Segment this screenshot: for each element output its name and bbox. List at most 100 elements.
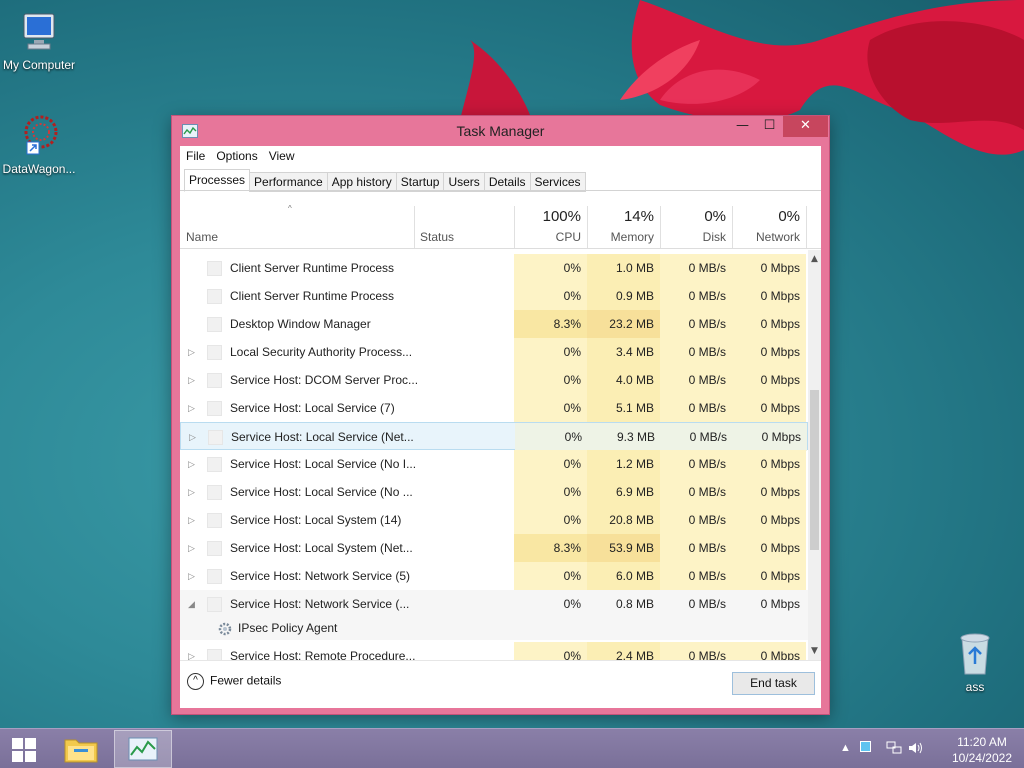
desktop-icon-datawagon[interactable]: DataWagon... bbox=[0, 112, 78, 176]
process-row[interactable]: ▷ Service Host: Local System (Net... 8.3… bbox=[180, 534, 808, 562]
start-button[interactable] bbox=[0, 730, 50, 768]
process-memory: 9.3 MB bbox=[588, 423, 661, 451]
process-icon bbox=[207, 649, 222, 660]
menu-file[interactable]: File bbox=[180, 146, 210, 163]
tab-divider bbox=[180, 190, 821, 191]
close-button[interactable]: ✕ bbox=[783, 116, 828, 137]
process-name: Service Host: Network Service (... bbox=[230, 597, 410, 611]
clock[interactable]: 11:20 AM 10/24/2022 bbox=[952, 734, 1012, 766]
process-row[interactable]: ▷ Service Host: Local System (14) 0% 20.… bbox=[180, 506, 808, 534]
expand-arrow-icon[interactable]: ▷ bbox=[188, 478, 200, 506]
volume-icon[interactable] bbox=[908, 741, 924, 755]
taskbar-file-explorer[interactable] bbox=[52, 730, 110, 768]
process-name: Service Host: Local Service (No ... bbox=[230, 485, 413, 499]
column-label: Disk bbox=[702, 230, 726, 244]
minimize-button[interactable]: — bbox=[729, 116, 756, 137]
process-row[interactable]: ▷ Service Host: Remote Procedure... 0% 2… bbox=[180, 642, 808, 660]
vertical-scrollbar[interactable]: ▲ ▼ bbox=[808, 250, 821, 660]
process-network: 0 Mbps bbox=[732, 562, 806, 590]
process-row[interactable]: ▷ Local Security Authority Process... 0%… bbox=[180, 338, 808, 366]
process-row[interactable]: ▷ Service Host: Local Service (No ... 0%… bbox=[180, 478, 808, 506]
process-memory: 4.0 MB bbox=[587, 366, 660, 394]
process-name: Service Host: DCOM Server Proc... bbox=[230, 373, 419, 387]
tab-services[interactable]: Services bbox=[529, 172, 586, 192]
clock-time: 11:20 AM bbox=[957, 735, 1007, 749]
tab-app-history[interactable]: App history bbox=[326, 172, 397, 192]
process-row[interactable]: Client Server Runtime Process 0% 1.0 MB … bbox=[180, 254, 808, 282]
process-name: Client Server Runtime Process bbox=[230, 289, 395, 303]
column-label: Memory bbox=[610, 230, 654, 244]
scrollbar-thumb[interactable] bbox=[810, 390, 819, 550]
expand-arrow-icon[interactable]: ▷ bbox=[188, 394, 200, 422]
expand-arrow-icon[interactable] bbox=[188, 254, 200, 282]
desktop-icon-my-computer[interactable]: My Computer bbox=[0, 10, 78, 72]
tab-processes[interactable]: Processes bbox=[184, 169, 251, 192]
column-label: Name bbox=[186, 230, 219, 244]
column-header-status[interactable]: Status bbox=[414, 206, 514, 248]
fewer-details-link[interactable]: ^ Fewer details bbox=[187, 673, 281, 690]
process-memory: 1.2 MB bbox=[587, 450, 660, 478]
service-name: IPsec Policy Agent bbox=[238, 621, 338, 635]
process-disk: 0 MB/s bbox=[660, 366, 732, 394]
collapse-arrow-icon[interactable]: ◢ bbox=[188, 590, 200, 618]
expand-arrow-icon[interactable]: ▷ bbox=[188, 562, 200, 590]
process-list: Client Server Runtime Process 0% 1.0 MB … bbox=[180, 250, 808, 660]
service-child-row[interactable]: IPsec Policy Agent bbox=[180, 618, 808, 640]
tab-performance[interactable]: Performance bbox=[249, 172, 328, 192]
tab-startup[interactable]: Startup bbox=[395, 172, 445, 192]
show-hidden-icons-icon[interactable]: ▲ bbox=[840, 742, 851, 754]
scroll-up-arrow-icon[interactable]: ▲ bbox=[808, 252, 821, 266]
expand-arrow-icon[interactable]: ▷ bbox=[188, 506, 200, 534]
process-icon bbox=[207, 289, 222, 304]
scroll-down-arrow-icon[interactable]: ▼ bbox=[808, 644, 821, 658]
gear-icon bbox=[218, 622, 232, 636]
expand-arrow-icon[interactable]: ▷ bbox=[188, 534, 200, 562]
network-total: 0% bbox=[778, 208, 800, 225]
process-memory: 0.9 MB bbox=[587, 282, 660, 310]
menu-view[interactable]: View bbox=[263, 146, 300, 163]
column-header-memory[interactable]: 14% Memory bbox=[587, 206, 660, 248]
process-icon bbox=[207, 345, 222, 360]
process-row[interactable]: ▷ Service Host: Network Service (5) 0% 6… bbox=[180, 562, 808, 590]
column-header-name[interactable]: ^ Name bbox=[180, 204, 414, 248]
column-separator[interactable] bbox=[806, 206, 807, 248]
process-cpu: 0% bbox=[514, 506, 587, 534]
column-header-network[interactable]: 0% Network bbox=[732, 206, 806, 248]
tab-users[interactable]: Users bbox=[443, 172, 485, 192]
expand-arrow-icon[interactable] bbox=[188, 282, 200, 310]
taskbar-task-manager[interactable] bbox=[114, 730, 172, 768]
process-row[interactable]: ▷ Service Host: DCOM Server Proc... 0% 4… bbox=[180, 366, 808, 394]
process-icon bbox=[207, 401, 222, 416]
column-header-cpu[interactable]: 100% CPU bbox=[514, 206, 587, 248]
process-cpu: 0% bbox=[514, 478, 587, 506]
desktop-icon-recycle-bin[interactable]: ass bbox=[936, 630, 1014, 694]
tab-details[interactable]: Details bbox=[483, 172, 531, 192]
process-row-selected[interactable]: ▷ Service Host: Local Service (Net... 0%… bbox=[180, 422, 808, 451]
process-row[interactable]: ▷ Service Host: Local Service (No I... 0… bbox=[180, 450, 808, 478]
process-row[interactable]: ▷ Service Host: Local Service (7) 0% 5.1… bbox=[180, 394, 808, 422]
process-name: Service Host: Remote Procedure... bbox=[230, 649, 416, 660]
process-disk: 0 MB/s bbox=[660, 642, 732, 660]
notification-icon[interactable] bbox=[860, 741, 871, 752]
process-name: Client Server Runtime Process bbox=[230, 261, 395, 275]
expand-arrow-icon[interactable]: ▷ bbox=[189, 423, 201, 451]
expand-arrow-icon[interactable]: ▷ bbox=[188, 642, 200, 660]
process-name: Service Host: Network Service (5) bbox=[230, 569, 411, 583]
expand-arrow-icon[interactable] bbox=[188, 310, 200, 338]
process-row[interactable]: Client Server Runtime Process 0% 0.9 MB … bbox=[180, 282, 808, 310]
process-row[interactable]: Desktop Window Manager 8.3% 23.2 MB 0 MB… bbox=[180, 310, 808, 338]
process-name: Service Host: Local Service (No I... bbox=[230, 457, 417, 471]
expand-arrow-icon[interactable]: ▷ bbox=[188, 450, 200, 478]
process-icon bbox=[207, 317, 222, 332]
network-icon[interactable] bbox=[886, 741, 902, 755]
expand-arrow-icon[interactable]: ▷ bbox=[188, 338, 200, 366]
end-task-button[interactable]: End task bbox=[732, 672, 815, 695]
process-memory: 6.0 MB bbox=[587, 562, 660, 590]
expand-arrow-icon[interactable]: ▷ bbox=[188, 366, 200, 394]
maximize-button[interactable]: ☐ bbox=[756, 116, 783, 137]
process-disk: 0 MB/s bbox=[661, 423, 733, 451]
process-group-row-expanded[interactable]: ◢ Service Host: Network Service (... 0% … bbox=[180, 590, 808, 618]
column-header-disk[interactable]: 0% Disk bbox=[660, 206, 732, 248]
title-bar[interactable]: Task Manager — ☐ ✕ bbox=[172, 116, 829, 146]
menu-options[interactable]: Options bbox=[210, 146, 262, 163]
